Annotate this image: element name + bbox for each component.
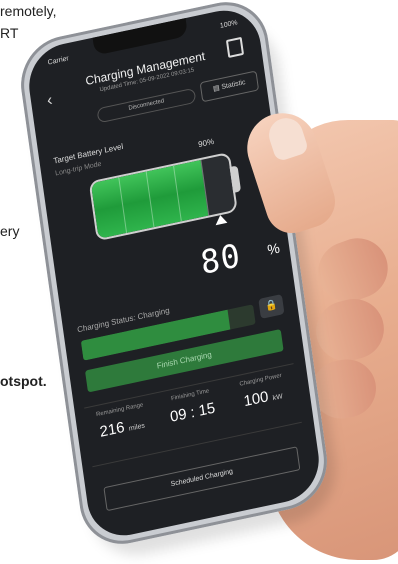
target-marker-slider[interactable] — [214, 213, 228, 226]
background-text-2: RT — [0, 25, 19, 41]
metric-finishing-time: Finishing Time 09 : 15 — [156, 385, 229, 428]
battery-status: 100% — [219, 19, 239, 31]
statistic-button[interactable]: ▤ Statistic — [199, 70, 260, 103]
lock-icon: 🔒 — [264, 299, 279, 313]
connection-status-text: Disconnected — [128, 98, 165, 112]
notch — [92, 18, 189, 56]
lock-button[interactable]: 🔒 — [258, 294, 285, 319]
metric-charging-power: Charging Power 100 kW — [226, 370, 299, 413]
background-text-3: ery — [0, 223, 20, 239]
target-battery-value: 90% — [197, 136, 215, 150]
carrier-label: Carrier — [47, 55, 70, 67]
phone: Carrier 100% ‹ Charging Management Updat… — [15, 0, 333, 553]
target-battery-label: Target Battery Level — [52, 141, 124, 166]
battery-gauge — [88, 151, 238, 242]
current-battery-percent: 80 — [198, 235, 244, 283]
background-text-4: otspot. — [0, 373, 47, 389]
statistic-label: Statistic — [221, 79, 246, 92]
metric-remaining-range: Remaining Range 216 miles — [85, 400, 158, 443]
percent-sign: % — [266, 239, 281, 259]
connection-status-badge: Disconnected — [96, 87, 197, 124]
background-text-1: remotely, — [0, 3, 57, 19]
